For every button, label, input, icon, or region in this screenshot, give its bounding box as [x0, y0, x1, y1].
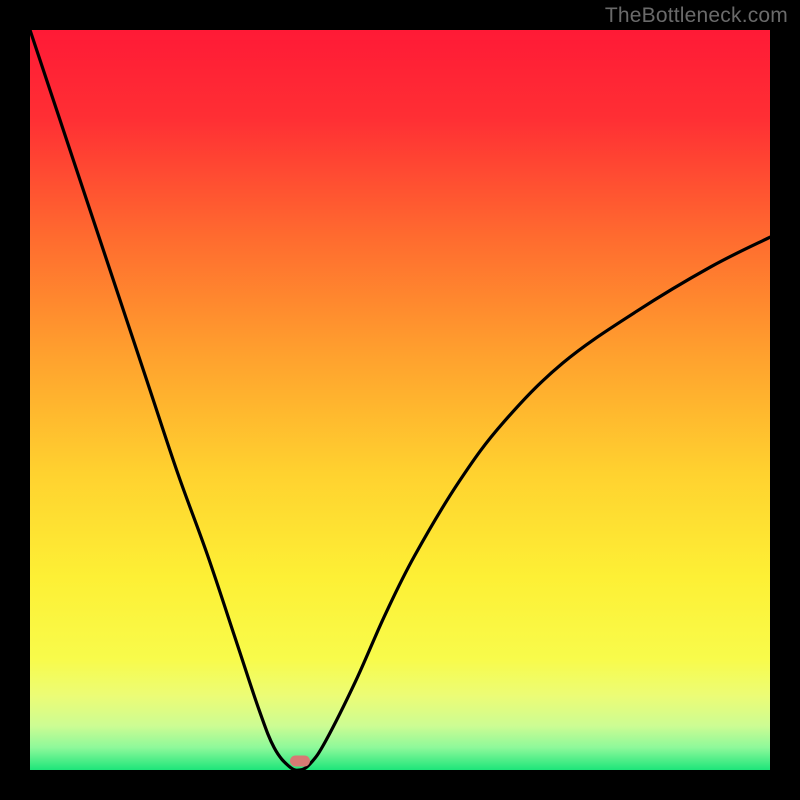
plot-area [30, 30, 770, 770]
bottleneck-curve [30, 30, 770, 770]
curve-layer [30, 30, 770, 770]
watermark-text: TheBottleneck.com [605, 4, 788, 28]
optimal-point-marker [290, 756, 310, 767]
chart-frame: TheBottleneck.com [0, 0, 800, 800]
